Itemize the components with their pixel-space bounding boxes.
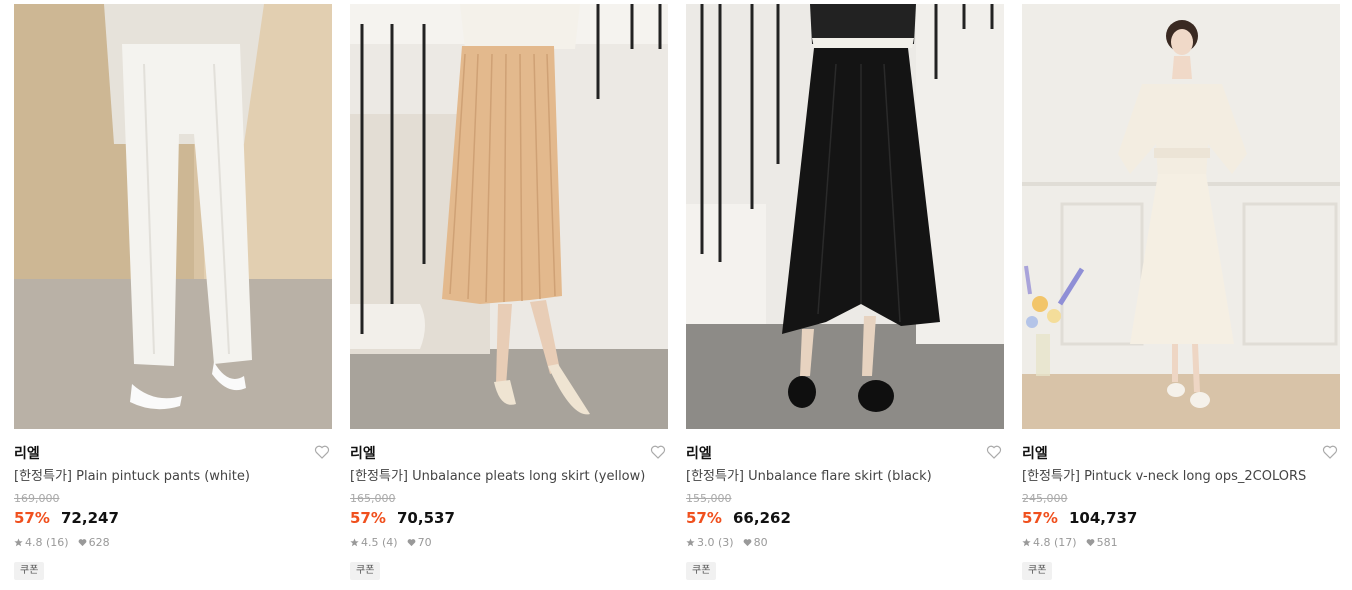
heart-filled-icon <box>1086 539 1094 547</box>
review-count: (16) <box>46 536 69 549</box>
product-title[interactable]: [한정특가] Pintuck v-neck long ops_2COLORS <box>1022 469 1340 485</box>
product-title[interactable]: [한정특가] Unbalance pleats long skirt (yell… <box>350 469 668 485</box>
brand-name[interactable]: 리엘 <box>14 446 40 462</box>
heart-outline-icon[interactable] <box>314 444 330 460</box>
original-price: 169,000 <box>14 492 60 505</box>
discount-rate: 57% <box>14 509 50 527</box>
like-count: 581 <box>1096 536 1118 549</box>
star-icon <box>1022 538 1031 547</box>
brand-name[interactable]: 리엘 <box>686 446 712 462</box>
heart-filled-icon <box>78 539 86 547</box>
star-icon <box>350 538 359 547</box>
rating-value: 4.5 <box>361 536 379 549</box>
review-count: (17) <box>1054 536 1077 549</box>
product-card[interactable]: 리엘 [한정특가] Pintuck v-neck long ops_2COLOR… <box>1022 4 1340 588</box>
discount-rate: 57% <box>350 509 386 527</box>
heart-outline-icon[interactable] <box>1322 444 1338 460</box>
sale-price: 104,737 <box>1069 509 1138 527</box>
rating-value: 4.8 <box>25 536 43 549</box>
coupon-badge[interactable]: 쿠폰 <box>14 562 45 580</box>
original-price: 245,000 <box>1022 492 1068 505</box>
like-count: 70 <box>417 536 432 549</box>
heart-outline-icon[interactable] <box>986 444 1002 460</box>
coupon-badge[interactable]: 쿠폰 <box>350 562 381 580</box>
heart-outline-icon[interactable] <box>650 444 666 460</box>
product-image[interactable] <box>1022 4 1340 429</box>
star-icon <box>14 538 23 547</box>
discount-rate: 57% <box>1022 509 1058 527</box>
product-grid: 리엘 [한정특가] Plain pintuck pants (white) 16… <box>0 0 1352 590</box>
original-price: 165,000 <box>350 492 396 505</box>
product-title[interactable]: [한정특가] Unbalance flare skirt (black) <box>686 469 1004 485</box>
product-image[interactable] <box>350 4 668 429</box>
product-card[interactable]: 리엘 [한정특가] Unbalance pleats long skirt (y… <box>350 4 668 588</box>
sale-price: 66,262 <box>733 509 791 527</box>
rating-value: 3.0 <box>697 536 715 549</box>
star-icon <box>686 538 695 547</box>
product-card[interactable]: 리엘 [한정특가] Unbalance flare skirt (black) … <box>686 4 1004 588</box>
product-image[interactable] <box>686 4 1004 429</box>
discount-rate: 57% <box>686 509 722 527</box>
heart-filled-icon <box>407 539 415 547</box>
brand-name[interactable]: 리엘 <box>1022 446 1048 462</box>
product-image[interactable] <box>14 4 332 429</box>
rating-value: 4.8 <box>1033 536 1051 549</box>
product-title[interactable]: [한정특가] Plain pintuck pants (white) <box>14 469 332 485</box>
brand-name[interactable]: 리엘 <box>350 446 376 462</box>
original-price: 155,000 <box>686 492 732 505</box>
review-count: (4) <box>382 536 398 549</box>
heart-filled-icon <box>743 539 751 547</box>
sale-price: 70,537 <box>397 509 455 527</box>
like-count: 628 <box>88 536 110 549</box>
coupon-badge[interactable]: 쿠폰 <box>1022 562 1053 580</box>
product-card[interactable]: 리엘 [한정특가] Plain pintuck pants (white) 16… <box>14 4 332 588</box>
review-count: (3) <box>718 536 734 549</box>
coupon-badge[interactable]: 쿠폰 <box>686 562 717 580</box>
like-count: 80 <box>753 536 768 549</box>
sale-price: 72,247 <box>61 509 119 527</box>
